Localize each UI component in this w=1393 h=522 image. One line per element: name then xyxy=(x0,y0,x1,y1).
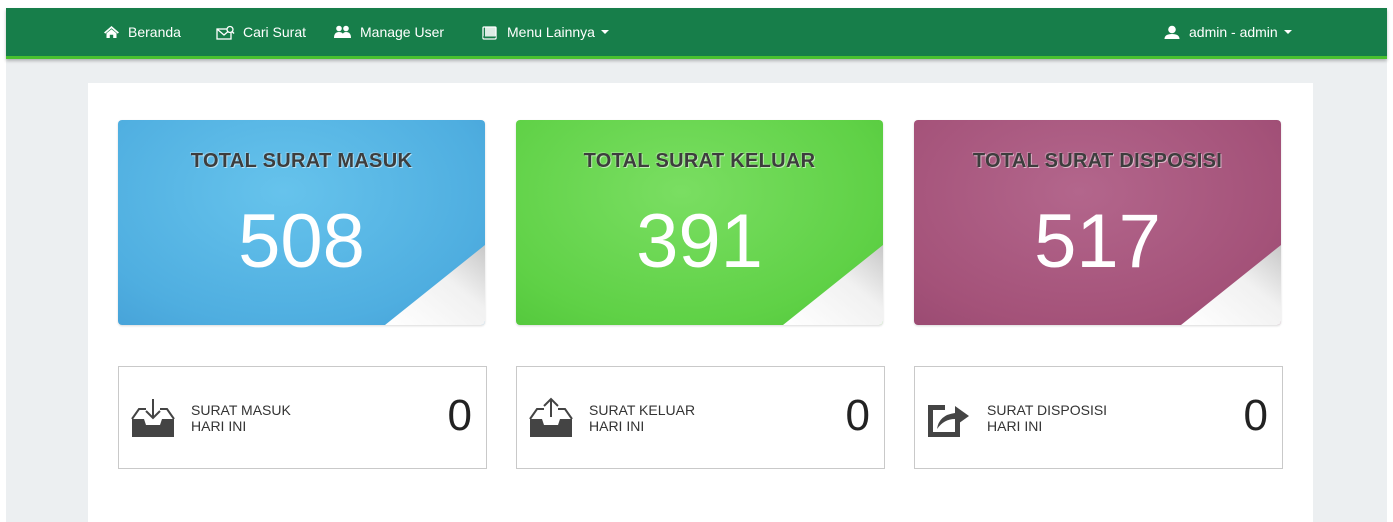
home-icon xyxy=(104,26,119,38)
nav-menu-lainnya-label: Menu Lainnya xyxy=(507,24,595,40)
today-card-surat-disposisi[interactable]: SURAT DISPOSISI HARI INI 0 xyxy=(914,366,1283,469)
page-curl-decoration xyxy=(385,245,485,325)
today-label: SURAT DISPOSISI HARI INI xyxy=(987,402,1107,434)
stat-card-surat-masuk[interactable]: TOTAL SURAT MASUK 508 xyxy=(118,120,485,325)
nav-manage-user[interactable]: Manage User xyxy=(333,8,444,56)
share-icon xyxy=(928,405,969,437)
stat-card-surat-keluar[interactable]: TOTAL SURAT KELUAR 391 xyxy=(516,120,883,325)
today-label-line1: SURAT DISPOSISI xyxy=(987,402,1108,418)
inbox-download-icon xyxy=(131,399,175,437)
users-icon xyxy=(334,25,351,38)
today-label-line1: SURAT MASUK xyxy=(191,402,291,418)
top-navbar: Beranda Cari Surat Manage User Menu Lain… xyxy=(6,8,1387,59)
chevron-down-icon xyxy=(1283,30,1292,34)
stat-title: TOTAL SURAT KELUAR xyxy=(583,150,816,172)
page-curl-decoration xyxy=(783,245,883,325)
today-label: SURAT KELUAR HARI INI xyxy=(589,402,695,434)
today-count: 0 xyxy=(845,391,870,440)
today-label-line2: HARI INI xyxy=(589,418,645,434)
book-icon xyxy=(482,25,497,40)
stat-title: TOTAL SURAT DISPOSISI xyxy=(972,150,1223,172)
stat-title: TOTAL SURAT MASUK xyxy=(190,150,413,172)
today-count: 0 xyxy=(1243,391,1268,440)
today-label-line2: HARI INI xyxy=(191,418,247,434)
user-menu[interactable]: admin - admin xyxy=(1163,8,1292,56)
page-curl-decoration xyxy=(1181,245,1281,325)
today-label-line1: SURAT KELUAR xyxy=(589,402,696,418)
today-card-surat-masuk[interactable]: SURAT MASUK HARI INI 0 xyxy=(118,366,487,469)
nav-beranda[interactable]: Beranda xyxy=(103,8,181,56)
today-label-line2: HARI INI xyxy=(987,418,1043,434)
nav-manage-user-label: Manage User xyxy=(360,24,445,40)
inbox-upload-icon xyxy=(529,397,573,437)
today-card-surat-keluar[interactable]: SURAT KELUAR HARI INI 0 xyxy=(516,366,885,469)
nav-beranda-label: Beranda xyxy=(128,24,181,40)
envelope-search-icon xyxy=(216,25,235,40)
chevron-down-icon xyxy=(600,30,609,34)
user-icon xyxy=(1164,25,1180,39)
nav-menu-lainnya[interactable]: Menu Lainnya xyxy=(481,8,609,56)
nav-cari-surat-label: Cari Surat xyxy=(243,24,307,40)
user-menu-label: admin - admin xyxy=(1189,24,1278,40)
nav-cari-surat[interactable]: Cari Surat xyxy=(216,8,306,56)
stat-card-surat-disposisi[interactable]: TOTAL SURAT DISPOSISI 517 xyxy=(914,120,1281,325)
today-label: SURAT MASUK HARI INI xyxy=(191,402,291,434)
today-count: 0 xyxy=(447,391,472,440)
